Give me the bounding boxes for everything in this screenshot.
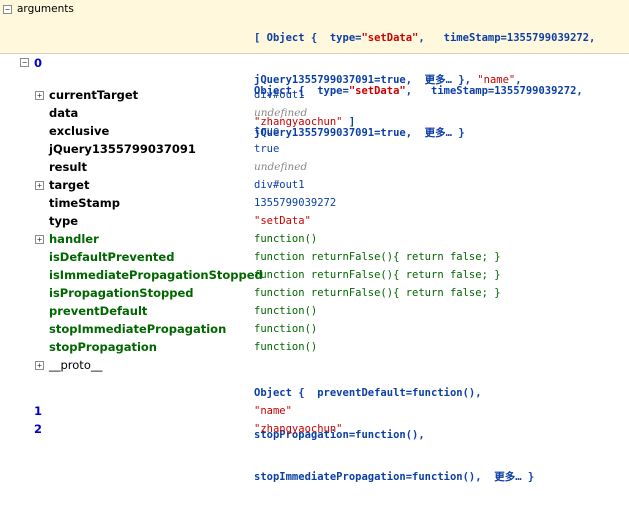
prop-name: timeStamp xyxy=(49,196,120,210)
expand-toggle-icon[interactable]: + xyxy=(35,361,44,370)
prop-name: stopPropagation xyxy=(49,340,157,354)
expand-toggle-icon[interactable]: + xyxy=(35,181,44,190)
item-2-index: 2 xyxy=(34,422,43,436)
prop-name: stopImmediatePropagation xyxy=(49,322,227,336)
prop-row-timeStamp[interactable]: timeStamp 1355799039272 xyxy=(0,194,629,212)
expand-toggle-icon[interactable]: + xyxy=(35,91,44,100)
prop-name: preventDefault xyxy=(49,304,148,318)
item-2-value: "zhangyaochun" xyxy=(254,423,343,435)
prop-name: target xyxy=(49,178,90,192)
prop-row-handler[interactable]: + handler function() xyxy=(0,230,629,248)
prop-name: type xyxy=(49,214,79,228)
collapse-toggle-icon[interactable]: − xyxy=(3,5,12,14)
prop-name: jQuery1355799037091 xyxy=(49,142,196,156)
prop-value: undefined xyxy=(254,107,308,119)
item-1-value: "name" xyxy=(254,405,292,417)
arguments-name: arguments xyxy=(17,3,74,15)
prop-row-type[interactable]: type "setData" xyxy=(0,212,629,230)
prop-name: isPropagationStopped xyxy=(49,286,194,300)
prop-value[interactable]: div#out1 xyxy=(254,179,305,191)
prop-row-currentTarget[interactable]: + currentTarget div#out1 xyxy=(0,86,629,104)
prop-value: 1355799039272 xyxy=(254,197,337,209)
prop-name: result xyxy=(49,160,87,174)
prop-value[interactable]: function returnFalse(){ return false; } xyxy=(254,269,501,281)
prop-name: currentTarget xyxy=(49,88,139,102)
prop-row-jquery-expando[interactable]: jQuery1355799037091 true xyxy=(0,140,629,158)
prop-row-exclusive[interactable]: exclusive true xyxy=(0,122,629,140)
prop-row-isPropagationStopped[interactable]: isPropagationStopped function returnFals… xyxy=(0,284,629,302)
item-1-row[interactable]: 1 "name" xyxy=(0,403,629,419)
item-2-row[interactable]: 2 "zhangyaochun" xyxy=(0,421,629,437)
prop-value: undefined xyxy=(254,161,308,173)
prop-value[interactable]: div#out1 xyxy=(254,89,305,101)
prop-row-result[interactable]: result undefined xyxy=(0,158,629,176)
prop-name: data xyxy=(49,106,79,120)
prop-row-isImmediatePropagationStopped[interactable]: isImmediatePropagationStopped function r… xyxy=(0,266,629,284)
prop-row-isDefaultPrevented[interactable]: isDefaultPrevented function returnFalse(… xyxy=(0,248,629,266)
prop-name: isDefaultPrevented xyxy=(49,250,175,264)
prop-value: true xyxy=(254,125,280,137)
prop-name: exclusive xyxy=(49,124,110,138)
arguments-row[interactable]: − arguments [ Object { type="setData", t… xyxy=(0,0,629,128)
prop-row-stopPropagation[interactable]: stopPropagation function() xyxy=(0,338,629,356)
prop-name: isImmediatePropagationStopped xyxy=(49,268,263,282)
prop-value[interactable]: function returnFalse(){ return false; } xyxy=(254,287,501,299)
prop-value[interactable]: function() xyxy=(254,323,317,335)
prop-row-target[interactable]: + target div#out1 xyxy=(0,176,629,194)
prop-value: true xyxy=(254,143,280,155)
item-0-row[interactable]: − 0 Object { type="setData", timeStamp=1… xyxy=(0,55,629,139)
prop-value[interactable]: function() xyxy=(254,341,317,353)
expand-toggle-icon[interactable]: + xyxy=(35,235,44,244)
collapse-toggle-icon[interactable]: − xyxy=(20,58,29,67)
item-0-index: 0 xyxy=(34,56,43,70)
prop-name: handler xyxy=(49,232,99,246)
prop-value[interactable]: function() xyxy=(254,233,317,245)
prop-name: __proto__ xyxy=(49,358,103,372)
prop-value[interactable]: function() xyxy=(254,305,317,317)
prop-row-data[interactable]: data undefined xyxy=(0,104,629,122)
prop-value: "setData" xyxy=(254,215,311,227)
prop-row-preventDefault[interactable]: preventDefault function() xyxy=(0,302,629,320)
prop-row-stopImmediatePropagation[interactable]: stopImmediatePropagation function() xyxy=(0,320,629,338)
item-1-index: 1 xyxy=(34,404,43,418)
prop-value[interactable]: function returnFalse(){ return false; } xyxy=(254,251,501,263)
prop-row-proto[interactable]: + __proto__ Object { preventDefault=func… xyxy=(0,356,629,483)
